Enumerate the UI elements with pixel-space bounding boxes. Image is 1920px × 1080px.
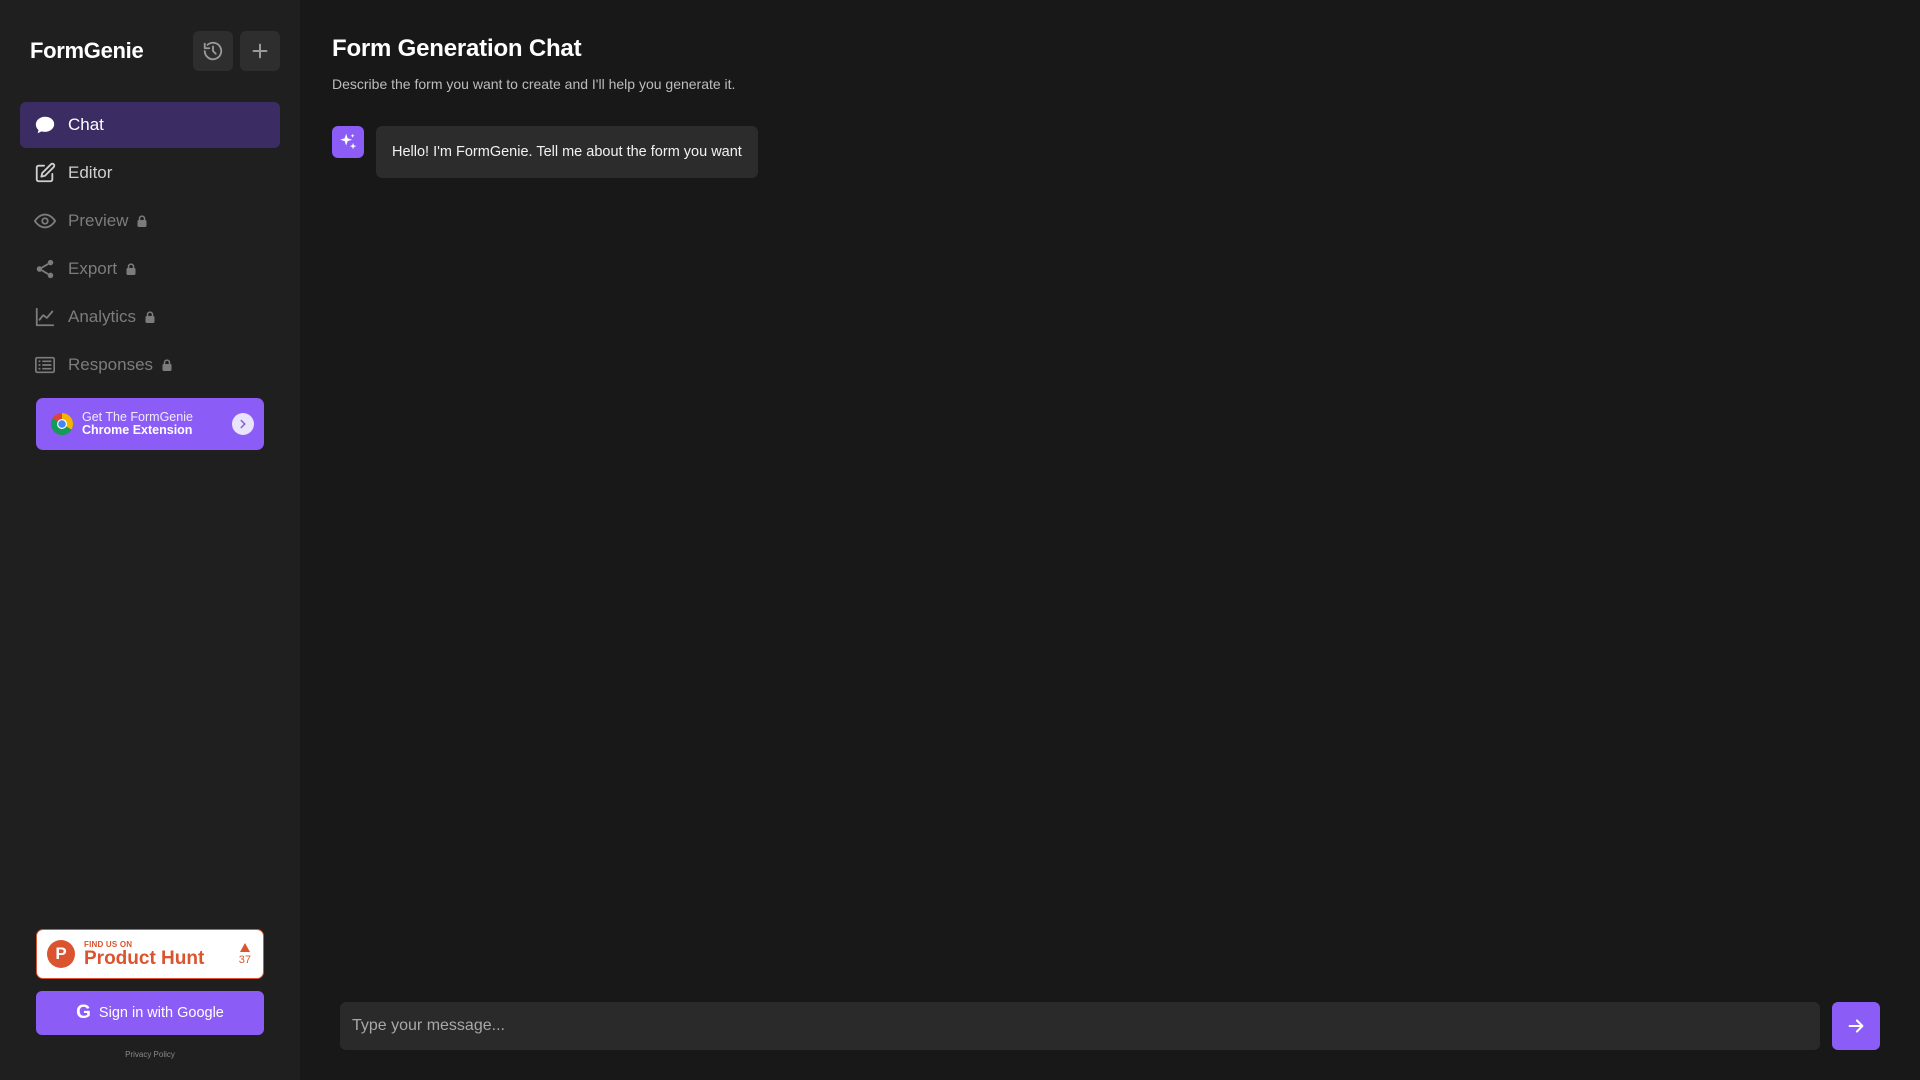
vote-count: 37 [238, 953, 251, 966]
arrow-right-icon [1848, 1019, 1864, 1033]
edit-icon [34, 162, 56, 184]
chrome-extension-banner[interactable]: Get The FormGenie Chrome Extension [36, 398, 264, 450]
sidebar-item-label: Analytics [68, 307, 137, 326]
page-subtitle: Describe the form you want to create and… [332, 76, 736, 92]
lock-icon [145, 311, 155, 323]
page-title: Form Generation Chat [332, 35, 582, 62]
main-panel: Form Generation Chat Describe the form y… [300, 0, 1920, 1080]
send-button[interactable] [1832, 1002, 1880, 1050]
assistant-message-bubble: Hello! I'm FormGenie. Tell me about the … [376, 126, 758, 178]
sidebar-header: FormGenie [0, 0, 300, 102]
app-root: FormGenie Chat Editor Preview Export Ana… [0, 0, 1920, 1080]
sign-in-label: Sign in with Google [98, 1005, 224, 1021]
plus-icon [252, 43, 268, 59]
history-button[interactable] [193, 31, 233, 71]
product-hunt-badge[interactable]: P FIND US ON Product Hunt 37 [36, 929, 264, 979]
share-icon [34, 258, 56, 280]
product-hunt-text: FIND US ON Product Hunt [84, 940, 239, 968]
sidebar-item-label: Responses [68, 355, 154, 374]
chart-line-icon [34, 306, 56, 328]
app-logo-text: FormGenie [30, 38, 144, 63]
chat-message: Hello! I'm FormGenie. Tell me about the … [332, 126, 758, 178]
sidebar: FormGenie Chat Editor Preview Export Ana… [0, 0, 300, 1080]
history-icon [203, 41, 223, 61]
product-hunt-logo-icon: P [47, 940, 75, 968]
chevron-right-icon [232, 413, 254, 435]
sidebar-item-label: Editor [68, 163, 113, 182]
header-buttons [193, 31, 280, 71]
chat-bubble-icon [34, 114, 56, 136]
sidebar-item-chat[interactable]: Chat [20, 102, 280, 148]
lock-icon [162, 359, 172, 371]
lock-icon [126, 263, 136, 275]
sidebar-item-label: Chat [68, 115, 104, 134]
eye-icon [34, 210, 56, 232]
message-composer [340, 1002, 1880, 1050]
privacy-policy-link[interactable]: Privacy Policy [0, 1050, 300, 1059]
new-form-button[interactable] [240, 31, 280, 71]
sidebar-item-preview[interactable]: Preview [20, 198, 280, 244]
sidebar-item-label: Export [68, 259, 118, 278]
sparkles-icon [332, 126, 364, 158]
lock-icon [137, 215, 147, 227]
product-hunt-big: Product Hunt [84, 948, 205, 969]
message-input[interactable] [340, 1002, 1820, 1050]
product-hunt-votes: 37 [238, 942, 251, 966]
sidebar-item-editor[interactable]: Editor [20, 150, 280, 196]
google-icon: G [76, 1002, 91, 1023]
sidebar-item-label: Preview [68, 211, 129, 230]
extension-text: Get The FormGenie Chrome Extension [82, 411, 224, 437]
sidebar-item-export[interactable]: Export [20, 246, 280, 292]
chrome-icon [51, 413, 73, 435]
extension-line2: Chrome Extension [82, 423, 193, 437]
sidebar-item-analytics[interactable]: Analytics [20, 294, 280, 340]
upvote-icon [239, 942, 250, 952]
sign-in-google-button[interactable]: G Sign in with Google [36, 991, 264, 1035]
sidebar-item-responses[interactable]: Responses [20, 342, 280, 388]
sidebar-nav: Chat Editor Preview Export Analytics Res… [0, 102, 300, 389]
list-icon [34, 354, 56, 376]
